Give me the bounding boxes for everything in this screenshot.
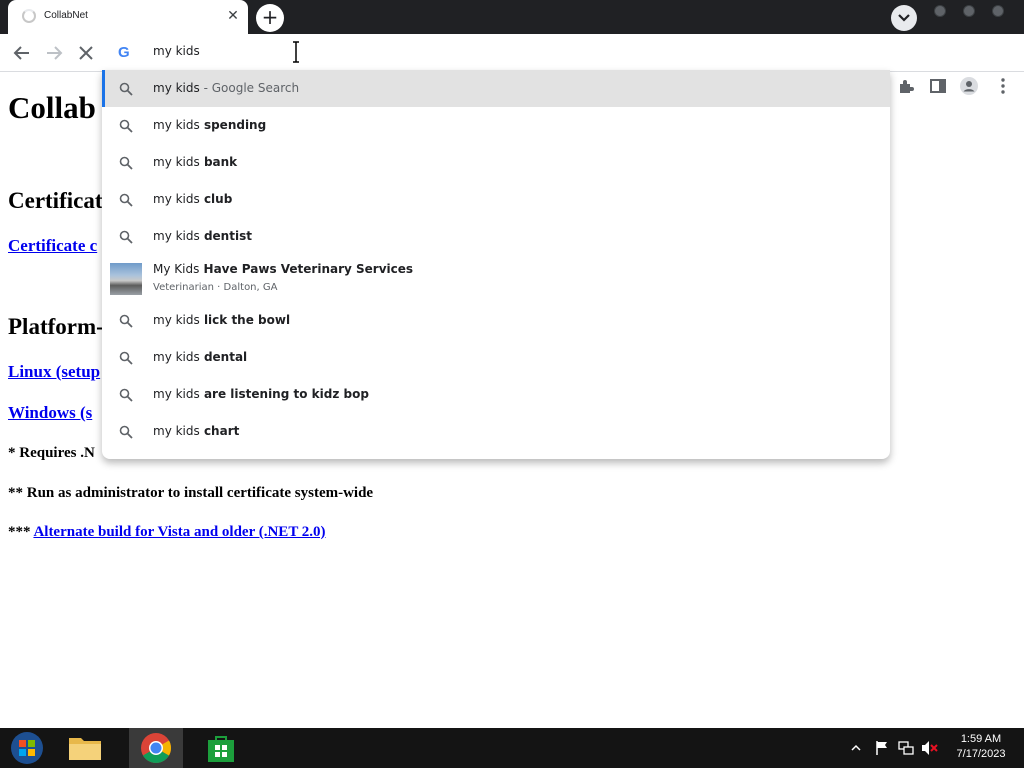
search-icon: [119, 156, 133, 170]
suggestion-6[interactable]: my kids dental: [102, 339, 890, 376]
back-arrow-icon[interactable]: [11, 42, 33, 64]
search-icon: [119, 82, 133, 96]
file-explorer-icon[interactable]: [66, 732, 104, 764]
clock-date: 7/17/2023: [956, 748, 1006, 760]
stop-loading-icon[interactable]: [75, 42, 97, 64]
linux-setup-link[interactable]: Linux (setup: [8, 362, 100, 382]
tab-collabnet[interactable]: CollabNet ✕: [8, 0, 248, 34]
tab-title: CollabNet: [44, 10, 88, 21]
search-icon: [119, 193, 133, 207]
search-icon: [119, 351, 133, 365]
google-logo-icon: G: [118, 44, 130, 61]
taskbar: [0, 728, 1024, 768]
volume-muted-icon[interactable]: [921, 740, 939, 756]
show-hidden-icons-chevron-icon[interactable]: [851, 744, 861, 752]
suggestion-4[interactable]: my kids dentist: [102, 218, 890, 255]
suggestion-0[interactable]: my kids - Google Search: [102, 70, 890, 107]
store-icon[interactable]: [205, 732, 237, 764]
new-tab-button[interactable]: +: [256, 4, 284, 32]
windows-setup-link[interactable]: Windows (s: [8, 403, 92, 423]
requires-note: * Requires .N: [8, 445, 95, 461]
search-icon: [119, 314, 133, 328]
suggestion-8[interactable]: my kids chart: [102, 413, 890, 450]
search-icon: [119, 230, 133, 244]
close-window-button[interactable]: [992, 5, 1004, 17]
system-clock[interactable]: 1:59 AM 7/17/2023: [940, 732, 1022, 762]
place-thumbnail: [110, 263, 142, 295]
omnibox-input[interactable]: my kids: [153, 44, 200, 58]
place-detail: Veterinarian · Dalton, GA: [153, 282, 278, 293]
suggestion-text: my kids - Google Search: [153, 81, 300, 95]
forward-arrow-icon[interactable]: [43, 42, 65, 64]
tab-search-button[interactable]: [891, 5, 917, 31]
omnibox[interactable]: [102, 34, 890, 70]
selection-indicator: [102, 70, 105, 107]
omnibox-suggestions: my kids - Google Search my kids spending…: [102, 70, 890, 459]
certificate-heading: Certificat: [8, 188, 103, 213]
suggestion-text: my kids club: [153, 192, 233, 206]
tab-close-icon[interactable]: ✕: [225, 8, 241, 24]
chevron-down-icon: [898, 14, 910, 22]
page-title: Collab: [8, 90, 96, 125]
tab-strip: CollabNet ✕ +: [0, 0, 1024, 34]
suggestion-3[interactable]: my kids club: [102, 181, 890, 218]
suggestion-text: my kids are listening to kidz bop: [153, 387, 369, 401]
minimize-button[interactable]: [934, 5, 946, 17]
alternate-build-link[interactable]: Alternate build for Vista and older (.NE…: [33, 524, 325, 540]
loading-spinner-icon: [22, 9, 36, 23]
search-icon: [119, 388, 133, 402]
suggestion-text: my kids chart: [153, 424, 240, 438]
suggestion-text: my kids dental: [153, 350, 248, 364]
alternate-prefix: ***: [8, 524, 31, 540]
suggestion-7[interactable]: my kids are listening to kidz bop: [102, 376, 890, 413]
certificate-link[interactable]: Certificate c: [8, 236, 97, 256]
text-cursor-icon: [293, 41, 299, 63]
chrome-icon: [141, 733, 172, 764]
suggestion-text: my kids dentist: [153, 229, 252, 243]
suggestion-5[interactable]: my kids lick the bowl: [102, 302, 890, 339]
suggestion-1[interactable]: my kids spending: [102, 107, 890, 144]
search-icon: [119, 425, 133, 439]
search-icon: [119, 119, 133, 133]
admin-note: ** Run as administrator to install certi…: [8, 485, 374, 501]
start-orb-icon[interactable]: [8, 731, 46, 765]
platform-heading: Platform-: [8, 314, 104, 339]
suggestion-text: my kids spending: [153, 118, 267, 132]
alternate-build-note: *** Alternate build for Vista and older …: [8, 524, 326, 541]
clock-time: 1:59 AM: [960, 733, 1002, 745]
place-name: My Kids Have Paws Veterinary Services: [153, 262, 414, 276]
network-icon[interactable]: [898, 740, 914, 756]
chrome-taskbar-button[interactable]: [129, 728, 183, 768]
suggestion-text: my kids lick the bowl: [153, 313, 291, 327]
suggestion-2[interactable]: my kids bank: [102, 144, 890, 181]
suggestion-text: my kids bank: [153, 155, 238, 169]
action-center-flag-icon[interactable]: [874, 740, 890, 756]
place-suggestion[interactable]: My Kids Have Paws Veterinary Services Ve…: [102, 254, 890, 300]
maximize-button[interactable]: [963, 5, 975, 17]
